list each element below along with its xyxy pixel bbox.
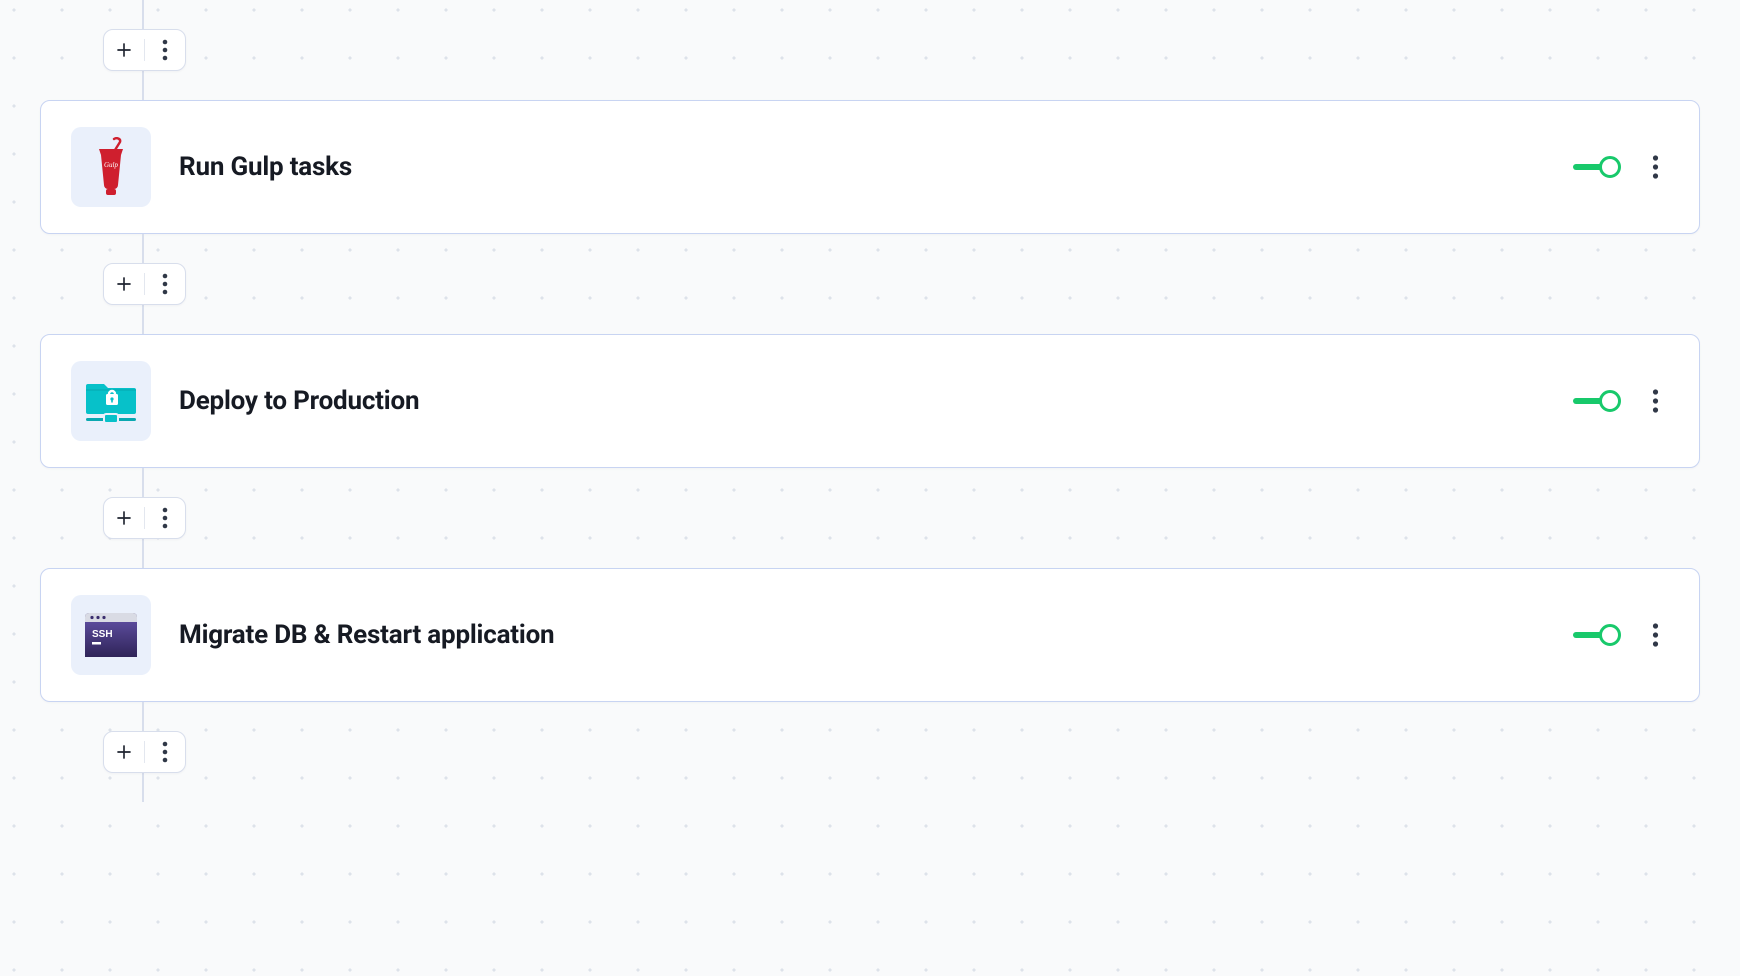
pipeline-step-card[interactable]: SSH Migrate DB & Restart application <box>40 568 1700 702</box>
connector-menu-button[interactable] <box>145 264 185 304</box>
more-vertical-icon <box>1652 154 1659 180</box>
add-step-button[interactable] <box>104 264 144 304</box>
more-vertical-icon <box>162 507 168 529</box>
step-icon-box <box>71 361 151 441</box>
plus-icon <box>115 41 133 59</box>
ssh-label: SSH <box>92 629 113 640</box>
svg-text:Gulp: Gulp <box>104 161 119 169</box>
connector-segment <box>103 234 183 334</box>
connector-controls <box>103 497 186 539</box>
deploy-icon <box>82 372 140 430</box>
gulp-icon: Gulp <box>91 137 131 197</box>
more-vertical-icon <box>162 741 168 763</box>
connector-menu-button[interactable] <box>145 498 185 538</box>
plus-icon <box>115 275 133 293</box>
step-title: Run Gulp tasks <box>179 152 1573 182</box>
step-enabled-toggle[interactable] <box>1573 390 1621 412</box>
step-actions <box>1573 381 1669 421</box>
step-enabled-toggle[interactable] <box>1573 624 1621 646</box>
add-step-button[interactable] <box>104 498 144 538</box>
toggle-knob <box>1599 624 1621 646</box>
more-vertical-icon <box>162 273 168 295</box>
more-vertical-icon <box>1652 388 1659 414</box>
plus-icon <box>115 743 133 761</box>
connector-segment <box>103 702 183 802</box>
step-actions <box>1573 147 1669 187</box>
connector-segment <box>103 468 183 568</box>
toggle-knob <box>1599 156 1621 178</box>
connector-menu-button[interactable] <box>145 732 185 772</box>
pipeline-canvas: Gulp Run Gulp tasks <box>0 0 1740 802</box>
add-step-button[interactable] <box>104 30 144 70</box>
step-icon-box: SSH <box>71 595 151 675</box>
step-title: Migrate DB & Restart application <box>179 620 1573 650</box>
connector-controls <box>103 731 186 773</box>
ssh-icon: SSH <box>82 610 140 660</box>
pipeline-step-card[interactable]: Deploy to Production <box>40 334 1700 468</box>
more-vertical-icon <box>1652 622 1659 648</box>
step-menu-button[interactable] <box>1641 147 1669 187</box>
step-icon-box: Gulp <box>71 127 151 207</box>
connector-controls <box>103 29 186 71</box>
step-title: Deploy to Production <box>179 386 1573 416</box>
toggle-knob <box>1599 390 1621 412</box>
step-actions <box>1573 615 1669 655</box>
pipeline-step-card[interactable]: Gulp Run Gulp tasks <box>40 100 1700 234</box>
plus-icon <box>115 509 133 527</box>
step-menu-button[interactable] <box>1641 615 1669 655</box>
more-vertical-icon <box>162 39 168 61</box>
step-menu-button[interactable] <box>1641 381 1669 421</box>
add-step-button[interactable] <box>104 732 144 772</box>
connector-controls <box>103 263 186 305</box>
connector-segment <box>103 0 183 100</box>
step-enabled-toggle[interactable] <box>1573 156 1621 178</box>
connector-menu-button[interactable] <box>145 30 185 70</box>
